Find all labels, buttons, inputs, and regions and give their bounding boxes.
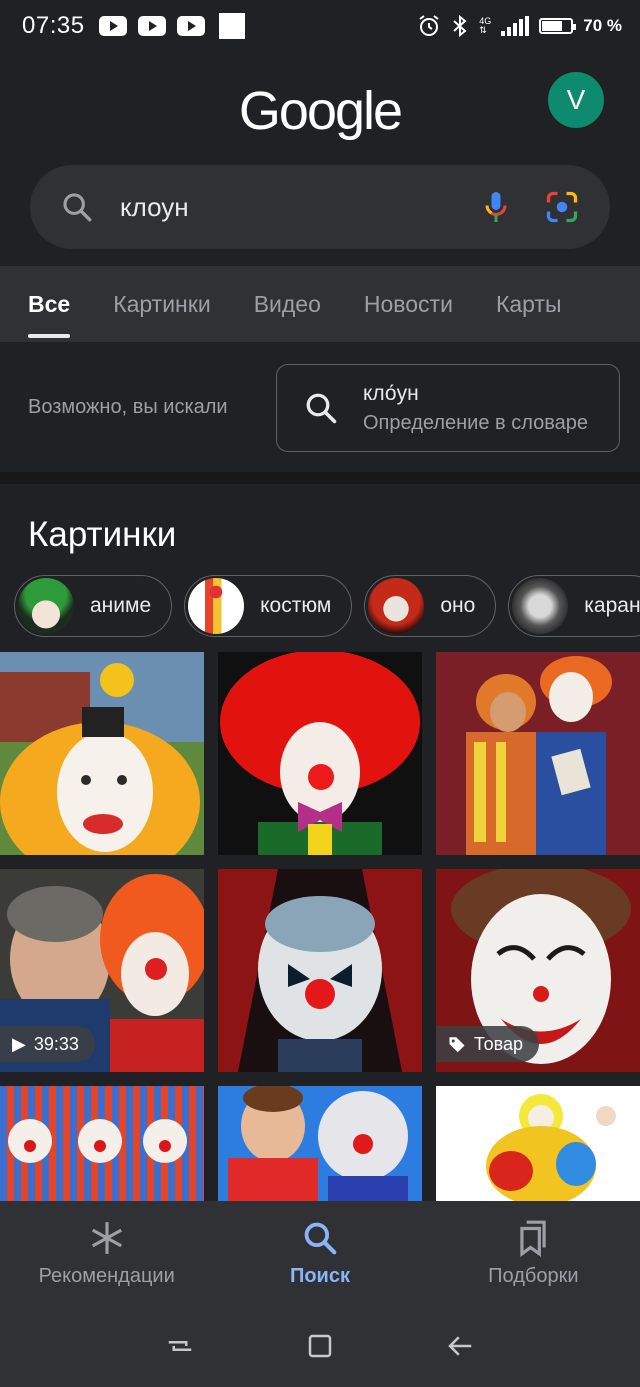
battery-icon <box>539 18 577 34</box>
asterisk-icon <box>91 1221 122 1254</box>
image-filter-chips: аниме костюм оно каран <box>14 575 640 637</box>
chip-thumbnail <box>188 578 245 634</box>
tab-images[interactable]: Картинки <box>113 291 210 318</box>
section-divider <box>0 472 640 484</box>
image-result[interactable] <box>436 652 640 855</box>
nav-discover-label: Рекомендации <box>38 1264 175 1287</box>
product-result[interactable]: Товар <box>436 869 640 1072</box>
image-result[interactable] <box>218 1086 422 1201</box>
chip-label: оно <box>440 594 476 617</box>
play-icon: ▶ <box>12 1033 26 1054</box>
video-result[interactable]: ▶ 39:33 <box>0 869 204 1072</box>
google-lens-icon[interactable] <box>544 189 580 225</box>
tag-icon <box>449 1037 465 1053</box>
youtube-notification-icon <box>98 16 127 36</box>
home-icon[interactable] <box>305 1331 335 1361</box>
network-type: 4G ⇅ <box>479 16 492 35</box>
back-icon[interactable] <box>445 1331 475 1361</box>
chip-label: каран <box>584 594 640 617</box>
chip-label: аниме <box>90 594 152 617</box>
image-thumbnail <box>436 652 640 855</box>
bookmarks-icon <box>520 1220 546 1257</box>
search-tabs: Все Картинки Видео Новости Карты <box>0 266 640 342</box>
chip-costume[interactable]: костюм <box>184 575 353 637</box>
suggestion-word: кло́ун <box>363 381 419 405</box>
dictionary-suggestion-card[interactable]: кло́ун Определение в словаре <box>276 364 620 452</box>
chip-thumbnail <box>512 578 569 634</box>
product-badge: Товар <box>436 1026 539 1062</box>
search-bar[interactable]: клоун <box>30 165 610 249</box>
images-section-title: Картинки <box>28 515 177 554</box>
chip-thumbnail <box>18 578 74 634</box>
status-time: 07:35 <box>22 12 85 39</box>
suggestion-subtitle: Определение в словаре <box>363 411 588 434</box>
image-thumbnail <box>218 869 422 1072</box>
image-thumbnail <box>436 1086 640 1201</box>
image-thumbnail <box>218 1086 422 1201</box>
nav-collections-label: Подборки <box>488 1264 579 1287</box>
youtube-notification-icon <box>137 16 166 36</box>
image-result[interactable] <box>0 1086 204 1201</box>
chip-label: костюм <box>260 594 332 617</box>
nav-discover[interactable]: Рекомендации <box>0 1201 213 1305</box>
did-you-mean-label: Возможно, вы искали <box>28 396 228 418</box>
system-navigation <box>0 1305 640 1387</box>
search-icon <box>306 393 337 424</box>
bluetooth-icon <box>453 14 467 38</box>
image-thumbnail <box>0 1086 204 1201</box>
account-avatar[interactable]: V <box>548 72 604 128</box>
voice-search-icon[interactable] <box>478 189 514 225</box>
search-input[interactable]: клоун <box>120 192 448 223</box>
did-you-mean-section: Возможно, вы искали кло́ун Определение в… <box>0 342 640 472</box>
image-result[interactable] <box>0 652 204 855</box>
google-logo[interactable]: Google <box>0 80 640 142</box>
youtube-notification-icon <box>176 16 205 36</box>
chip-thumbnail <box>368 578 425 634</box>
search-icon <box>63 193 92 222</box>
signal-icon <box>501 16 530 36</box>
alarm-icon <box>419 15 439 36</box>
tab-news[interactable]: Новости <box>364 291 453 318</box>
image-result[interactable] <box>218 869 422 1072</box>
image-result[interactable] <box>218 652 422 855</box>
notification-icon <box>218 13 245 39</box>
search-icon <box>304 1222 337 1254</box>
chip-pencil[interactable]: каран <box>508 575 640 637</box>
tab-all[interactable]: Все <box>28 291 71 338</box>
tab-videos[interactable]: Видео <box>254 291 321 318</box>
bottom-navigation: Рекомендации Поиск Подборки <box>0 1201 640 1305</box>
status-bar: 07:35 4G ⇅ 70 % <box>0 0 640 52</box>
nav-search[interactable]: Поиск <box>213 1201 426 1305</box>
nav-collections[interactable]: Подборки <box>427 1201 640 1305</box>
status-icons: 4G ⇅ 70 % <box>417 14 622 38</box>
battery-percent: 70 % <box>583 16 622 35</box>
image-thumbnail <box>218 652 422 855</box>
chip-anime[interactable]: аниме <box>14 575 173 637</box>
recent-apps-icon[interactable] <box>165 1331 195 1361</box>
image-result[interactable] <box>436 1086 640 1201</box>
tab-maps[interactable]: Карты <box>496 291 562 318</box>
nav-search-label: Поиск <box>289 1264 350 1287</box>
image-thumbnail <box>0 652 204 855</box>
video-duration-badge: ▶ 39:33 <box>0 1026 95 1062</box>
chip-it[interactable]: оно <box>364 575 497 637</box>
